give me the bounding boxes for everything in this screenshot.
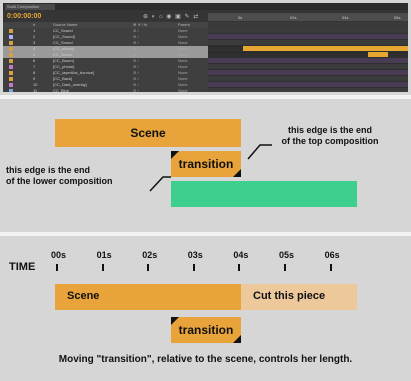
timeline-tab-bar: Solid Composition bbox=[3, 3, 408, 10]
ruler-tick: 06s bbox=[394, 15, 401, 20]
transition-label: transition bbox=[178, 323, 234, 337]
time-tick-label: 05s bbox=[279, 250, 295, 260]
diagram-top: Scene transition this edge is the end of… bbox=[0, 99, 411, 229]
time-tick-mark bbox=[238, 264, 241, 271]
time-tick-label: 00s bbox=[51, 250, 67, 260]
pointer-line-lower bbox=[149, 176, 171, 192]
layer-color-label[interactable] bbox=[9, 77, 13, 81]
layer-row[interactable]: 11 CC_Blue ⊘ / None bbox=[3, 88, 208, 92]
pointer-lines bbox=[149, 144, 272, 192]
layer-color-label[interactable] bbox=[9, 47, 13, 51]
layer-color-label[interactable] bbox=[9, 53, 13, 57]
time-tick-mark bbox=[147, 264, 150, 271]
time-tick-mark bbox=[101, 264, 104, 271]
time-axis: 00s 01s 02s 03s 04s 05s 06s bbox=[0, 236, 411, 276]
layer-color-label[interactable] bbox=[9, 83, 13, 87]
layer-duration-bar[interactable] bbox=[208, 64, 408, 69]
layer-color-label[interactable] bbox=[9, 41, 13, 45]
time-ruler[interactable]: 0s 02s 04s 06s bbox=[208, 13, 408, 21]
layer-duration-bar[interactable] bbox=[208, 70, 408, 75]
layer-duration-bar[interactable] bbox=[208, 40, 408, 45]
time-tick-label: 02s bbox=[142, 250, 158, 260]
timecode-display[interactable]: 0:00:00:00 bbox=[7, 13, 41, 20]
time-tick-mark bbox=[284, 264, 286, 271]
cut-label: Cut this piece bbox=[253, 290, 326, 302]
layer-duration-bar[interactable] bbox=[208, 76, 408, 81]
layer-list: 1 CC_Sound ⊘ / None 2 [CC_Sound] ⊘ / None 3 CC_So… bbox=[3, 28, 208, 92]
time-tick-mark bbox=[329, 264, 332, 271]
layer-duration-bar[interactable] bbox=[208, 58, 408, 63]
layer-color-label[interactable] bbox=[9, 35, 13, 39]
layer-name[interactable]: CC_Blue bbox=[53, 88, 69, 92]
layer-number: 11 bbox=[33, 88, 38, 92]
layer-duration-bar[interactable] bbox=[368, 52, 388, 57]
time-tick-label: 03s bbox=[187, 250, 203, 260]
layer-tracks bbox=[208, 28, 408, 92]
layer-color-label[interactable] bbox=[9, 89, 13, 92]
layer-color-label[interactable] bbox=[9, 71, 13, 75]
time-tick-label: 06s bbox=[324, 250, 340, 260]
time-tick-label: 04s bbox=[233, 250, 249, 260]
time-tick-mark bbox=[192, 264, 195, 271]
transition-bar: transition bbox=[171, 317, 241, 343]
layer-duration-bar[interactable] bbox=[208, 82, 408, 87]
layer-track[interactable] bbox=[208, 88, 408, 92]
ruler-tick: 0s bbox=[238, 15, 243, 20]
pointer-line-top bbox=[247, 144, 272, 160]
layer-duration-bar[interactable] bbox=[208, 28, 408, 33]
diagram-bottom: TIME 00s 01s 02s 03s 04s 05s 06s Scene Cut thi… bbox=[0, 236, 411, 381]
cut-piece-bar: Cut this piece bbox=[241, 284, 357, 310]
timeline-tool-icons[interactable]: ⊕ ◐ ⌂ ◉ ▣ ✎ ⇄ bbox=[143, 13, 199, 20]
layer-duration-bar[interactable] bbox=[243, 46, 408, 51]
scene-bar: Scene bbox=[55, 284, 241, 310]
layer-color-label[interactable] bbox=[9, 29, 13, 33]
time-tick-label: 01s bbox=[96, 250, 112, 260]
layer-duration-bar[interactable] bbox=[208, 88, 408, 92]
timeline-screenshot: Solid Composition 0:00:00:00 ⊕ ◐ ⌂ ◉ ▣ ✎… bbox=[3, 3, 408, 92]
layer-duration-bar[interactable] bbox=[208, 34, 408, 39]
layer-switches[interactable]: ⊘ / bbox=[133, 88, 139, 92]
layer-parent[interactable]: None bbox=[178, 88, 188, 92]
ruler-tick: 04s bbox=[342, 15, 349, 20]
layer-color-label[interactable] bbox=[9, 65, 13, 69]
caption: Moving "transition", relative to the sce… bbox=[58, 354, 353, 365]
time-tick-mark bbox=[56, 264, 58, 271]
scene-label: Scene bbox=[67, 290, 100, 302]
ruler-tick: 02s bbox=[290, 15, 297, 20]
layer-color-label[interactable] bbox=[9, 59, 13, 63]
